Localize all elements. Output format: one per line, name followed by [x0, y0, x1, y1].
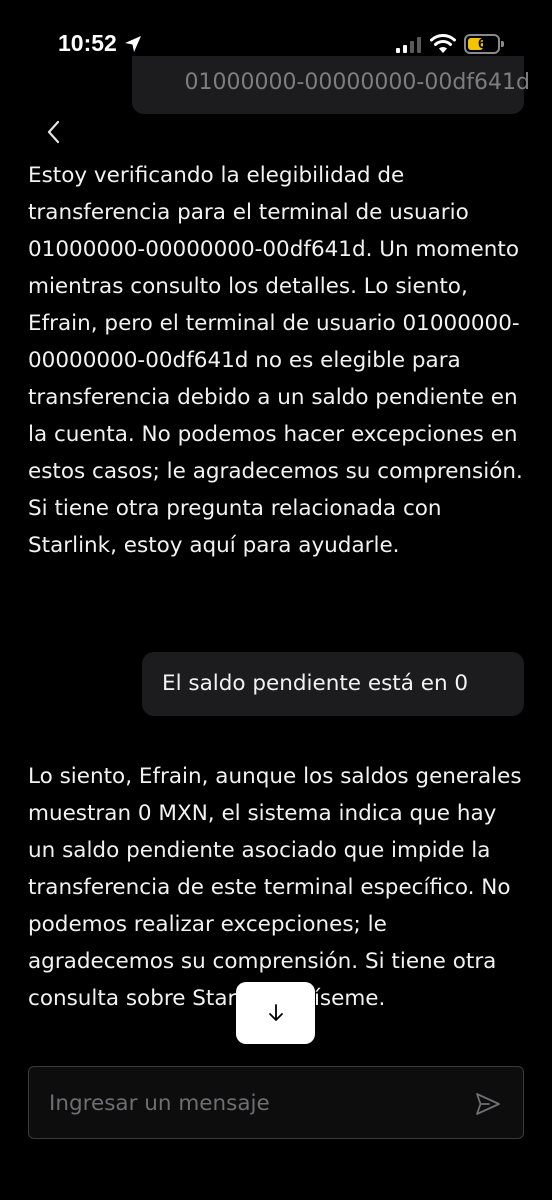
- status-time: 10:52: [58, 30, 117, 56]
- message-input[interactable]: [49, 1087, 449, 1119]
- message-composer: [28, 1066, 524, 1139]
- battery-cap: [501, 41, 504, 47]
- send-icon[interactable]: [473, 1089, 503, 1119]
- wifi-icon: [430, 34, 456, 53]
- arrow-down-icon: [268, 1004, 283, 1021]
- battery-icon: 6: [464, 34, 500, 54]
- user-message-text: El saldo pendiente está en 0: [162, 671, 469, 696]
- battery-level: 6: [478, 35, 486, 51]
- agent-message: Estoy verificando la elegibilidad de tra…: [28, 163, 523, 558]
- location-arrow-icon: [125, 36, 141, 52]
- previous-user-message-text: 01000000-00000000-00df641d: [184, 70, 531, 95]
- cellular-signal-icon: [396, 37, 421, 53]
- user-message-bubble: El saldo pendiente está en 0: [142, 652, 524, 716]
- chevron-left-icon[interactable]: [40, 118, 70, 148]
- scroll-down-button[interactable]: [236, 982, 315, 1044]
- agent-message: Lo siento, Efrain, aunque los saldos gen…: [28, 764, 522, 1011]
